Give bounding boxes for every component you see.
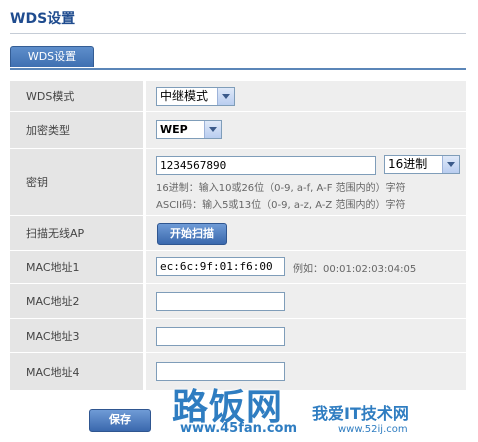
encryption-label: 加密类型 [10,112,143,148]
chevron-down-icon [204,121,221,138]
mac1-label: MAC地址1 [10,251,143,283]
mac3-input[interactable] [156,327,285,346]
key-label: 密钥 [10,149,143,215]
chevron-down-icon [217,88,234,105]
key-input[interactable]: 1234567890 [156,156,376,175]
mac4-label: MAC地址4 [10,353,143,390]
row-mac2: MAC地址2 [10,284,466,319]
watermark-url: www.45fan.com [180,421,298,436]
row-encryption: 加密类型 WEP [10,112,466,149]
wds-mode-select[interactable]: 中继模式 [156,87,235,106]
watermark-url-2: www.52ij.com [338,424,408,435]
mac-example-hint: 例如：00:01:02:03:04:05 [293,264,417,275]
row-scan: 扫描无线AP 开始扫描 [10,216,466,251]
mac3-label: MAC地址3 [10,319,143,352]
watermark-logo-2: 我爱IT技术网 [312,404,409,423]
tab-bar: WDS设置 [10,46,466,70]
row-mac3: MAC地址3 [10,319,466,353]
mac2-label: MAC地址2 [10,284,143,318]
title-divider [10,33,466,34]
row-mac1: MAC地址1 ec:6c:9f:01:f6:00 例如：00:01:02:03:… [10,251,466,284]
encryption-select[interactable]: WEP [156,120,222,139]
row-wds-mode: WDS模式 中继模式 [10,81,466,112]
key-hex-hint: 16进制：输入10或26位（0-9, a-f, A-F 范围内的）字符 [156,183,406,194]
page-title: WDS设置 [10,11,76,27]
tab-wds-settings[interactable]: WDS设置 [10,46,94,67]
wds-mode-label: WDS模式 [10,81,143,111]
mac1-input[interactable]: ec:6c:9f:01:f6:00 [156,257,285,276]
row-key: 密钥 1234567890 16进制 16进制：输入10或26位（0-9, a-… [10,149,466,216]
start-scan-button[interactable]: 开始扫描 [157,223,227,245]
key-format-select[interactable]: 16进制 [384,155,460,174]
mac2-input[interactable] [156,292,285,311]
chevron-down-icon [442,156,459,173]
key-ascii-hint: ASCII码：输入5或13位（0-9, a-z, A-Z 范围内的）字符 [156,200,406,211]
save-button[interactable]: 保存 [89,409,151,432]
scan-label: 扫描无线AP [10,216,143,250]
